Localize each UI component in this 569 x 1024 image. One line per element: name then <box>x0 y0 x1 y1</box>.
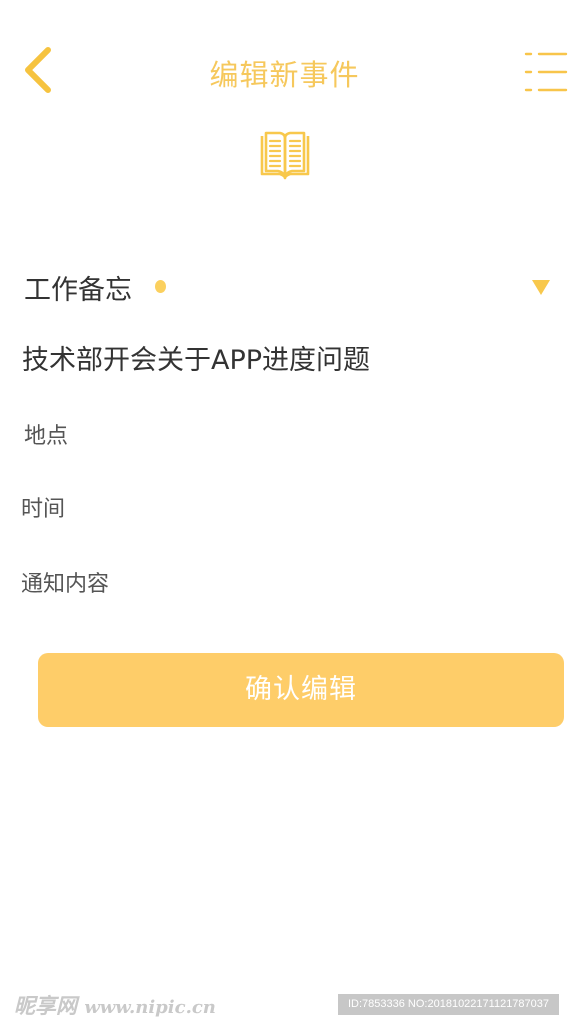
open-book-icon <box>258 130 312 180</box>
menu-button[interactable] <box>522 48 568 96</box>
location-field[interactable]: 地点 <box>24 418 68 450</box>
watermark-site: www.nipic.cn <box>84 997 216 1018</box>
watermark-id-strip: ID:7853336 NO:20181022171121787037 <box>338 994 559 1015</box>
event-title-field[interactable]: 技术部开会关于APP进度问题 <box>22 338 370 377</box>
triangle-down-icon <box>532 280 550 295</box>
time-field[interactable]: 时间 <box>21 491 65 523</box>
edit-event-screen: 编辑新事件 工作备忘 技术部开会关于APP进度问题 地点 时间 通知内容 确认编… <box>0 0 569 1024</box>
watermark-logo-text: 昵享网 <box>14 993 77 1018</box>
page-title: 编辑新事件 <box>209 58 360 92</box>
notice-content-field[interactable]: 通知内容 <box>21 566 109 598</box>
category-label: 工作备忘 <box>24 275 132 306</box>
watermark-logo: 昵享网 www.nipic.cn <box>14 990 216 1020</box>
category-color-dot <box>155 280 166 293</box>
category-select[interactable]: 工作备忘 <box>24 266 554 310</box>
list-menu-icon <box>524 52 568 92</box>
confirm-edit-button[interactable]: 确认编辑 <box>38 653 564 727</box>
